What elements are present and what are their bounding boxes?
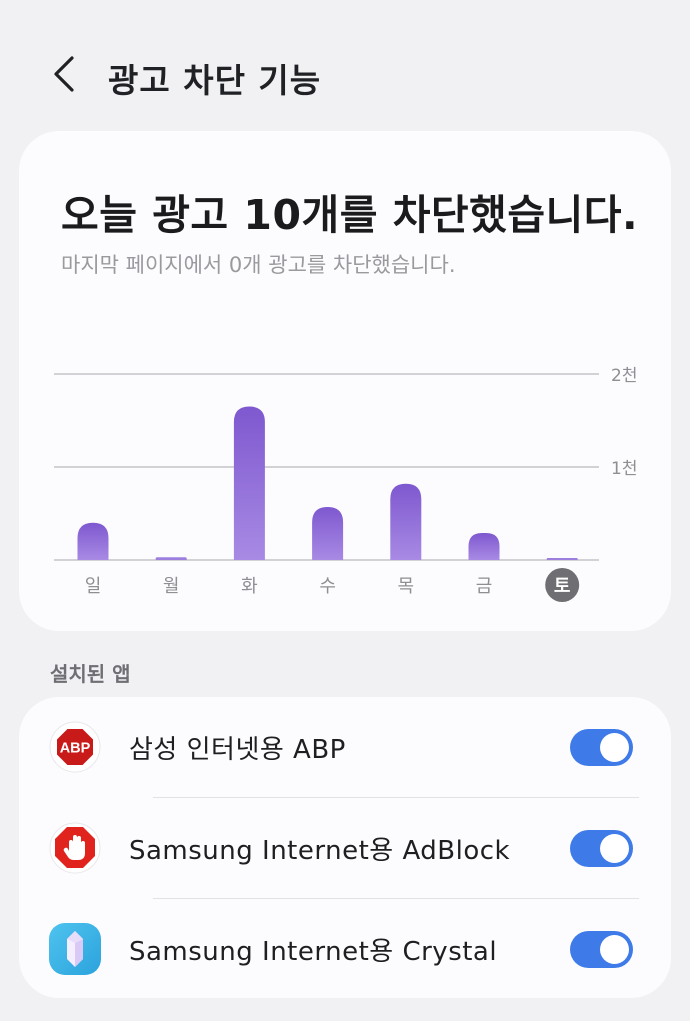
y-tick-label: 1천 (611, 459, 637, 479)
app-header: 광고 차단 기능 (0, 40, 690, 110)
abp-icon: ABP (49, 721, 101, 773)
x-tick-label: 금 (476, 576, 493, 597)
chart-bar-6 (468, 533, 500, 560)
chart-bar-4 (312, 506, 344, 560)
y-tick-label: 2천 (611, 366, 637, 386)
weekly-blocked-chart: 1천 2천일 월 화 수 목 금 토 (54, 366, 637, 602)
app-row-crystal[interactable]: Samsung Internet용 Crystal (19, 899, 671, 999)
chart-bar-5 (390, 483, 422, 560)
app-toggle-adblock[interactable] (570, 829, 633, 867)
installed-apps-card: ABP 삼성 인터넷용 ABP Samsung Internet용 AdBloc… (19, 697, 671, 998)
crystal-icon (49, 923, 101, 975)
x-tick-label: 월 (163, 576, 180, 597)
svg-text:ABP: ABP (60, 741, 91, 757)
app-row-adblock[interactable]: Samsung Internet용 AdBlock (19, 798, 671, 898)
blocked-stats-card: 오늘 광고 10개를 차단했습니다. 마지막 페이지에서 0개 광고를 차단했습… (19, 131, 671, 631)
x-tick-label: 토 (554, 576, 571, 597)
app-toggle-abp[interactable] (570, 728, 633, 766)
page-title: 광고 차단 기능 (108, 61, 322, 100)
app-name: 삼성 인터넷용 ABP (129, 734, 346, 765)
x-tick-label: 일 (85, 576, 102, 597)
app-toggle-crystal[interactable] (570, 930, 633, 968)
installed-apps-label: 설치된 앱 (50, 662, 131, 686)
adblock-hand-icon (49, 822, 101, 874)
chart-bar-7 (546, 558, 578, 560)
x-tick-label: 수 (319, 576, 336, 597)
x-tick-label: 목 (398, 576, 415, 597)
chevron-left-icon (54, 56, 74, 92)
back-button[interactable] (44, 54, 84, 94)
app-name: Samsung Internet용 AdBlock (129, 835, 511, 866)
chart-bar-2 (155, 557, 187, 560)
chart-bar-3 (233, 406, 265, 560)
app-name: Samsung Internet용 Crystal (129, 936, 498, 967)
x-tick-label: 화 (241, 576, 258, 597)
app-row-abp[interactable]: ABP 삼성 인터넷용 ABP (19, 697, 671, 797)
chart-bar-1 (77, 522, 109, 560)
